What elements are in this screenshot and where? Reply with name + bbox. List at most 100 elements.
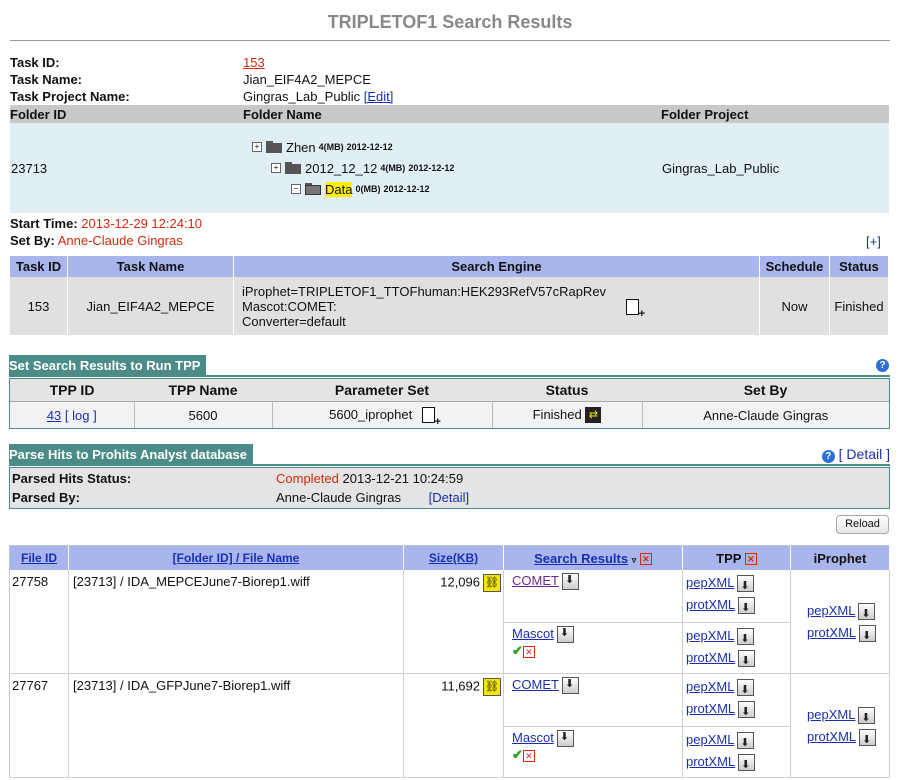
delete-icon[interactable]: ✕ bbox=[522, 645, 535, 658]
check-icon[interactable]: ✔ bbox=[512, 747, 523, 762]
hide-column-icon[interactable]: ✕ bbox=[744, 553, 757, 566]
download-icon[interactable] bbox=[738, 701, 756, 723]
task-name-header: Task Name bbox=[67, 256, 234, 277]
tree-node-date: 2012-12-12 bbox=[346, 142, 393, 152]
start-time-label: Start Time: bbox=[10, 216, 78, 231]
parsed-by-row: Anne-Claude Gingras [Detail] bbox=[276, 490, 469, 505]
protxml-link[interactable]: protXML bbox=[686, 650, 735, 665]
view-params-icon[interactable] bbox=[626, 299, 645, 320]
pepxml-link[interactable]: pepXML bbox=[807, 707, 855, 722]
folder-id: 23713 bbox=[10, 123, 243, 213]
protxml-link[interactable]: protXML bbox=[807, 625, 856, 640]
file-size: 12,096 bbox=[440, 574, 480, 590]
iprophet-cell: pepXML protXML bbox=[790, 570, 890, 674]
file-id: 27758 bbox=[9, 570, 69, 674]
link-icon[interactable]: ⛓ bbox=[483, 678, 501, 696]
pepxml-link[interactable]: pepXML bbox=[686, 575, 734, 590]
table-row: 27758 [23713] / IDA_MEPCEJune7-Biorep1.w… bbox=[9, 570, 890, 674]
download-icon[interactable] bbox=[738, 597, 756, 619]
parse-detail-link[interactable]: [ Detail ] bbox=[839, 446, 890, 462]
download-icon[interactable] bbox=[561, 677, 579, 695]
expand-link[interactable]: [+] bbox=[866, 234, 881, 249]
protxml-link[interactable]: protXML bbox=[807, 729, 856, 744]
check-icon[interactable]: ✔ bbox=[512, 643, 523, 658]
download-icon[interactable] bbox=[556, 730, 574, 748]
download-icon[interactable] bbox=[738, 754, 756, 776]
pepxml-link[interactable]: pepXML bbox=[686, 732, 734, 747]
link-icon[interactable]: ⛓ bbox=[483, 574, 501, 592]
collapse-icon[interactable]: − bbox=[291, 184, 301, 194]
download-icon[interactable] bbox=[737, 732, 755, 754]
folder-table: Folder ID Folder Name Folder Project 237… bbox=[10, 105, 889, 213]
download-icon[interactable] bbox=[556, 626, 574, 644]
download-icon[interactable] bbox=[859, 728, 877, 751]
protxml-link[interactable]: protXML bbox=[686, 597, 735, 612]
tpp-cell: pepXML protXML bbox=[682, 673, 791, 727]
task-id-link[interactable]: 153 bbox=[243, 55, 265, 70]
download-icon[interactable] bbox=[738, 650, 756, 672]
param-set-header: Parameter Set bbox=[272, 379, 492, 402]
download-icon[interactable] bbox=[737, 575, 755, 597]
mascot-link[interactable]: Mascot bbox=[512, 626, 554, 641]
parsed-by-value: Anne-Claude Gingras bbox=[276, 490, 402, 505]
sort-size[interactable]: Size(KB) bbox=[429, 551, 478, 565]
pepxml-link[interactable]: pepXML bbox=[686, 628, 734, 643]
protxml-link[interactable]: protXML bbox=[686, 754, 735, 769]
size-header: Size(KB) bbox=[403, 545, 504, 570]
tpp-setby-header: Set By bbox=[642, 379, 889, 402]
parsed-status-row: Completed 2013-12-21 10:24:59 bbox=[276, 471, 463, 486]
download-icon[interactable] bbox=[737, 679, 755, 701]
pepxml-link[interactable]: pepXML bbox=[686, 679, 734, 694]
tpp-log-link[interactable]: [ log ] bbox=[65, 408, 97, 423]
tree-node-date: 2012-12-12 bbox=[408, 163, 455, 173]
search-results-header: Search Results ▿ ✕ bbox=[503, 545, 683, 570]
task-project-value: Gingras_Lab_Public bbox=[243, 89, 361, 104]
download-icon[interactable] bbox=[737, 628, 755, 650]
tree-node-size: 0(MB) bbox=[355, 184, 381, 194]
download-icon[interactable] bbox=[859, 624, 877, 647]
sort-search-results[interactable]: Search Results bbox=[534, 551, 628, 566]
sort-arrow-icon[interactable]: ▿ bbox=[632, 555, 637, 565]
task-row-status: Finished bbox=[829, 277, 889, 335]
task-row-engine: iProphet=TRIPLETOF1_TTOFhuman:HEK293RefV… bbox=[233, 277, 760, 335]
folder-icon bbox=[266, 141, 282, 153]
tpp-section-header: Set Search Results to Run TPP ? bbox=[9, 355, 890, 377]
tree-node-zhen[interactable]: + Zhen 4(MB) 2012-12-12 bbox=[244, 137, 660, 158]
engine-line: Converter=default bbox=[242, 313, 346, 329]
engine-line: iProphet=TRIPLETOF1_TTOFhuman:HEK293RefV… bbox=[242, 283, 607, 299]
view-params-icon[interactable] bbox=[421, 407, 441, 428]
sort-file-name[interactable]: [Folder ID] / File Name bbox=[173, 551, 300, 565]
tree-node-data[interactable]: − Data 0(MB) 2012-12-12 bbox=[244, 179, 660, 200]
help-icon[interactable]: ? bbox=[821, 450, 835, 463]
tpp-cell: pepXML protXML bbox=[682, 622, 791, 674]
sort-file-id[interactable]: File ID bbox=[21, 551, 57, 565]
download-icon[interactable] bbox=[561, 573, 579, 591]
hide-column-icon[interactable]: ✕ bbox=[639, 553, 652, 566]
download-icon[interactable] bbox=[858, 706, 876, 729]
swap-icon[interactable]: ⇄ bbox=[585, 407, 602, 424]
tpp-status-cell: Finished ⇄ bbox=[491, 401, 642, 428]
tpp-id-link[interactable]: 43 bbox=[47, 408, 61, 423]
page-title: TRIPLETOF1 Search Results bbox=[327, 12, 573, 32]
comet-link[interactable]: COMET bbox=[512, 677, 559, 692]
comet-link[interactable]: COMET bbox=[512, 573, 559, 588]
edit-project-link[interactable]: [Edit] bbox=[364, 89, 394, 104]
mascot-link[interactable]: Mascot bbox=[512, 730, 554, 745]
expand-icon[interactable]: + bbox=[271, 163, 281, 173]
iprophet-cell: pepXML protXML bbox=[790, 673, 890, 778]
tpp-header: TPP ✕ bbox=[682, 545, 791, 570]
protxml-link[interactable]: protXML bbox=[686, 701, 735, 716]
pepxml-link[interactable]: pepXML bbox=[807, 603, 855, 618]
tree-node-2012-12-12[interactable]: + 2012_12_12 4(MB) 2012-12-12 bbox=[244, 158, 660, 179]
delete-icon[interactable]: ✕ bbox=[522, 749, 535, 762]
expand-icon[interactable]: + bbox=[252, 142, 262, 152]
help-icon[interactable]: ? bbox=[876, 359, 889, 372]
reload-button[interactable]: Reload bbox=[836, 515, 889, 534]
tpp-id-header: TPP ID bbox=[10, 379, 134, 402]
task-name-label: Task Name: bbox=[10, 72, 83, 87]
download-icon[interactable] bbox=[858, 602, 876, 625]
parse-detail-group: ? [ Detail ] bbox=[821, 446, 890, 463]
tpp-status-header: Status bbox=[492, 379, 642, 402]
parsed-detail-link[interactable]: [Detail] bbox=[429, 490, 469, 505]
set-by-row: Set By: Anne-Claude Gingras bbox=[10, 233, 183, 248]
